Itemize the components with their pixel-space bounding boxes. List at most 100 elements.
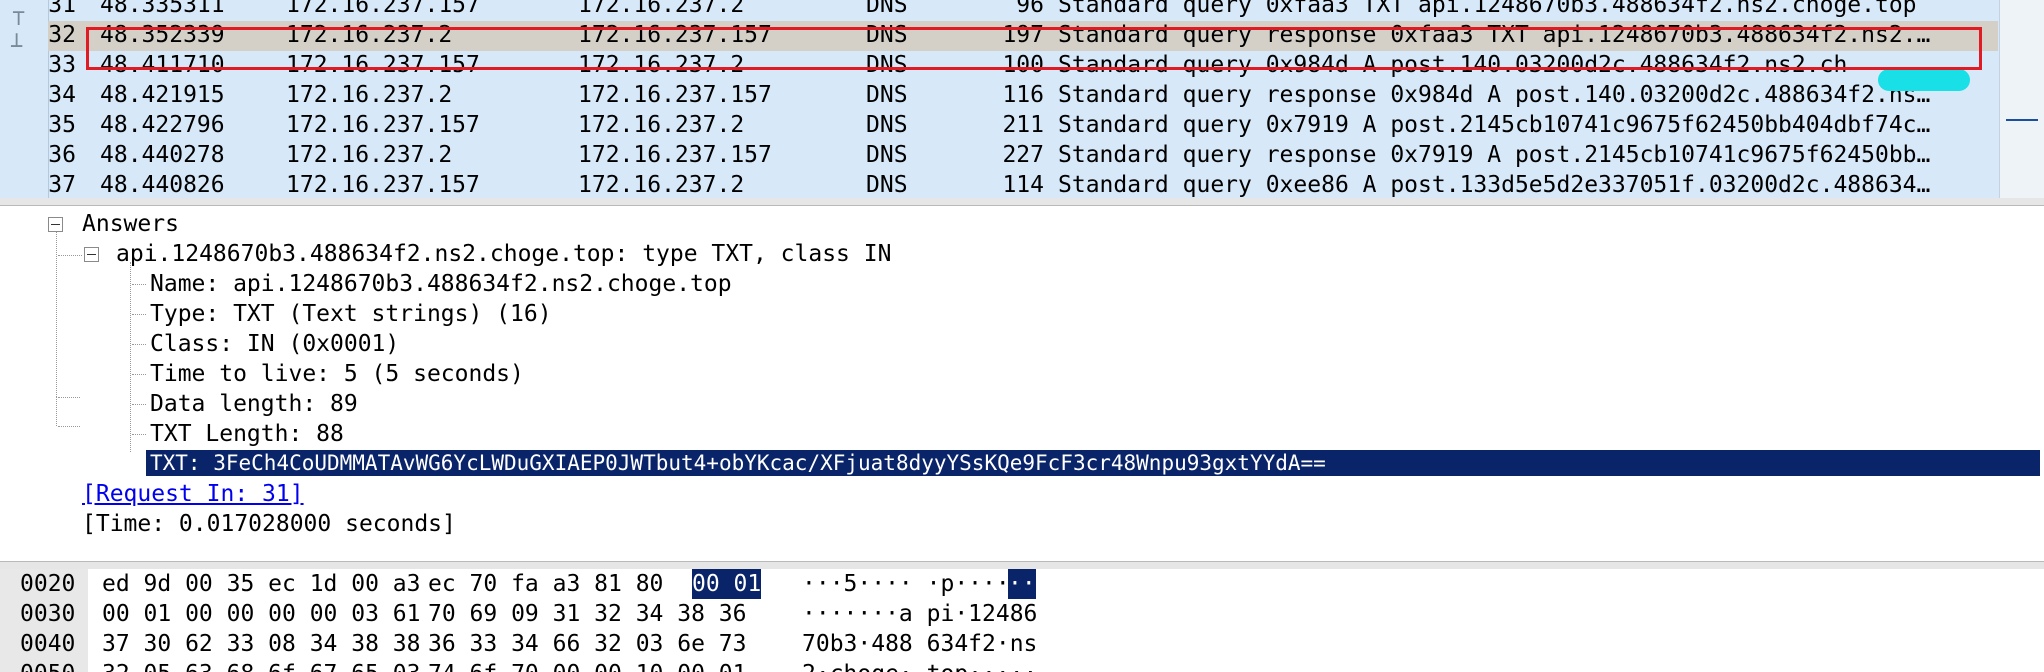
packet-time-cell: 48.422796 [100, 112, 225, 138]
packet-src-cell: 172.16.237.157 [286, 112, 480, 138]
hex-bytes[interactable]: 32 05 63 68 6f 67 65 03 [102, 659, 421, 672]
packet-row[interactable]: 31 48.335311 172.16.237.157 172.16.237.2 DNS… [48, 0, 1998, 21]
packet-len-cell: 197 [1002, 22, 1044, 48]
packet-no-cell: 37 [48, 172, 76, 198]
packet-src-cell: 172.16.237.2 [286, 142, 453, 168]
field-time[interactable]: [Time: 0.017028000 seconds] [82, 509, 456, 539]
field-ttl[interactable]: Time to live: 5 (5 seconds) [150, 359, 524, 389]
packet-no-cell: 31 [48, 0, 76, 18]
packet-no-cell: 36 [48, 142, 76, 168]
hex-bytes[interactable]: 36 33 34 66 32 03 6e 73 [428, 629, 747, 659]
tree-guide [132, 374, 146, 375]
packet-time-cell: 48.421915 [100, 82, 225, 108]
tree-guide [58, 426, 80, 427]
packet-row[interactable]: 36 48.440278 172.16.237.2 172.16.237.157 DNS… [48, 141, 1998, 171]
pane-splitter[interactable] [0, 561, 2044, 569]
packet-time-cell: 48.411710 [100, 52, 225, 78]
packet-row[interactable]: 33 48.411710 172.16.237.157 172.16.237.2 DNS… [48, 51, 1998, 81]
packet-len-cell: 227 [1002, 142, 1044, 168]
packet-time-cell: 48.440278 [100, 142, 225, 168]
hex-dump-pane[interactable]: 0020 ed 9d 00 35 ec 1d 00 a3 ec 70 fa a3 8… [0, 569, 2044, 672]
packet-dst-cell: 172.16.237.2 [578, 172, 745, 198]
packet-proto-cell: DNS [866, 172, 908, 198]
packet-row[interactable]: 34 48.421915 172.16.237.2 172.16.237.157 DNS… [48, 81, 1998, 111]
packet-no-cell: 32 [48, 22, 76, 48]
hex-ascii[interactable]: ·······a pi·12486 [802, 599, 1037, 629]
packet-row[interactable]: 32 48.352339 172.16.237.2 172.16.237.157 DNS… [48, 21, 1998, 51]
tree-guide [132, 344, 146, 345]
packet-row[interactable]: 37 48.440826 172.16.237.157 172.16.237.2 DNS… [48, 171, 1998, 198]
request-in-link[interactable]: [Request In: 31] [82, 479, 304, 509]
packet-list-scrollbar[interactable] [1999, 0, 2044, 198]
hex-offset[interactable]: 0040 [20, 629, 75, 659]
hex-offset[interactable]: 0030 [20, 599, 75, 629]
packet-len-cell: 116 [1002, 82, 1044, 108]
packet-time-cell: 48.352339 [100, 22, 225, 48]
field-txt-value: TXT: 3FeCh4CoUDMMATAvWG6YcLWDuGXIAEP0JWT… [150, 451, 1326, 475]
hex-bytes[interactable]: ed 9d 00 35 ec 1d 00 a3 [102, 569, 421, 599]
hex-bytes[interactable]: 70 69 09 31 32 34 38 36 [428, 599, 747, 629]
packet-dst-cell: 172.16.237.157 [578, 142, 772, 168]
packet-src-cell: 172.16.237.157 [286, 52, 480, 78]
tree-item-txt-record[interactable]: api.1248670b3.488634f2.ns2.choge.top: ty… [116, 239, 891, 269]
field-name[interactable]: Name: api.1248670b3.488634f2.ns2.choge.t… [150, 269, 732, 299]
packet-details-pane[interactable]: Answers api.1248670b3.488634f2.ns2.choge… [0, 206, 2044, 561]
packet-proto-cell: DNS [866, 0, 908, 18]
hex-ascii[interactable]: ···5···· ·p···· [802, 569, 1010, 599]
packet-src-cell: 172.16.237.157 [286, 172, 480, 198]
tree-guide [58, 255, 82, 256]
pane-splitter[interactable] [0, 198, 2044, 206]
packet-proto-cell: DNS [866, 82, 908, 108]
packet-row[interactable]: 35 48.422796 172.16.237.157 172.16.237.2 DNS… [48, 111, 1998, 141]
packet-len-cell: 211 [1002, 112, 1044, 138]
packet-dst-cell: 172.16.237.2 [578, 112, 745, 138]
collapse-icon[interactable] [84, 247, 99, 262]
field-txt-selected[interactable]: TXT: 3FeCh4CoUDMMATAvWG6YcLWDuGXIAEP0JWT… [146, 450, 2040, 476]
packet-proto-cell: DNS [866, 52, 908, 78]
packet-info-cell: Standard query 0x7919 A post.2145cb10741… [1058, 112, 1931, 138]
packet-proto-cell: DNS [866, 112, 908, 138]
field-class[interactable]: Class: IN (0x0001) [150, 329, 399, 359]
packet-info-cell: Standard query response 0x984d A post.14… [1058, 82, 1931, 108]
scrollbar-indicator [2006, 119, 2038, 121]
packet-dst-cell: 172.16.237.157 [578, 22, 772, 48]
tree-guide [132, 434, 146, 435]
packet-time-cell: 48.335311 [100, 0, 225, 18]
hex-bytes[interactable]: 00 01 00 00 00 00 03 61 [102, 599, 421, 629]
packet-list-pane[interactable]: ⊤ ⊥ 31 48.335311 172.16.237.157 172.16.237.… [0, 0, 2044, 199]
packet-src-cell: 172.16.237.157 [286, 0, 480, 18]
packet-no-cell: 33 [48, 52, 76, 78]
related-packet-icon: ⊥ [10, 28, 24, 53]
packet-info-cell: Standard query response 0xfaa3 TXT api.1… [1058, 22, 1931, 48]
tree-item-answers[interactable]: Answers [82, 209, 179, 239]
packet-len-cell: 114 [1002, 172, 1044, 198]
tree-guide [132, 314, 146, 315]
packet-dst-cell: 172.16.237.157 [578, 82, 772, 108]
packet-info-cell: Standard query response 0x7919 A post.21… [1058, 142, 1931, 168]
hex-bytes[interactable]: ec 70 fa a3 81 80 [428, 569, 663, 599]
packet-len-cell: 100 [1002, 52, 1044, 78]
hex-bytes-selected[interactable]: 00 01 [692, 569, 762, 599]
field-data-length[interactable]: Data length: 89 [150, 389, 358, 419]
tree-guide [56, 232, 57, 397]
hex-bytes[interactable]: 37 30 62 33 08 34 38 38 [102, 629, 421, 659]
hex-offset[interactable]: 0050 [20, 659, 75, 672]
field-type[interactable]: Type: TXT (Text strings) (16) [150, 299, 552, 329]
hex-bytes[interactable]: 74 6f 70 00 00 10 00 01 [428, 659, 747, 672]
hex-ascii[interactable]: 70b3·488 634f2·ns [802, 629, 1037, 659]
hex-ascii-selected[interactable]: ·· [1008, 569, 1036, 599]
collapse-icon[interactable] [48, 217, 63, 232]
tree-guide [58, 397, 80, 398]
packet-src-cell: 172.16.237.2 [286, 82, 453, 108]
hex-offset[interactable]: 0020 [20, 569, 75, 599]
tree-guide [56, 397, 57, 426]
tree-guide [132, 284, 146, 285]
packet-time-cell: 48.440826 [100, 172, 225, 198]
redaction-mark [1878, 69, 1970, 91]
packet-no-cell: 34 [48, 82, 76, 108]
packet-dst-cell: 172.16.237.2 [578, 52, 745, 78]
field-txt-length[interactable]: TXT Length: 88 [150, 419, 344, 449]
hex-ascii[interactable]: 2·choge· top····· [802, 659, 1037, 672]
packet-info-cell: Standard query 0x984d A post.140.03200d2… [1058, 52, 1848, 78]
tree-guide [130, 262, 131, 452]
